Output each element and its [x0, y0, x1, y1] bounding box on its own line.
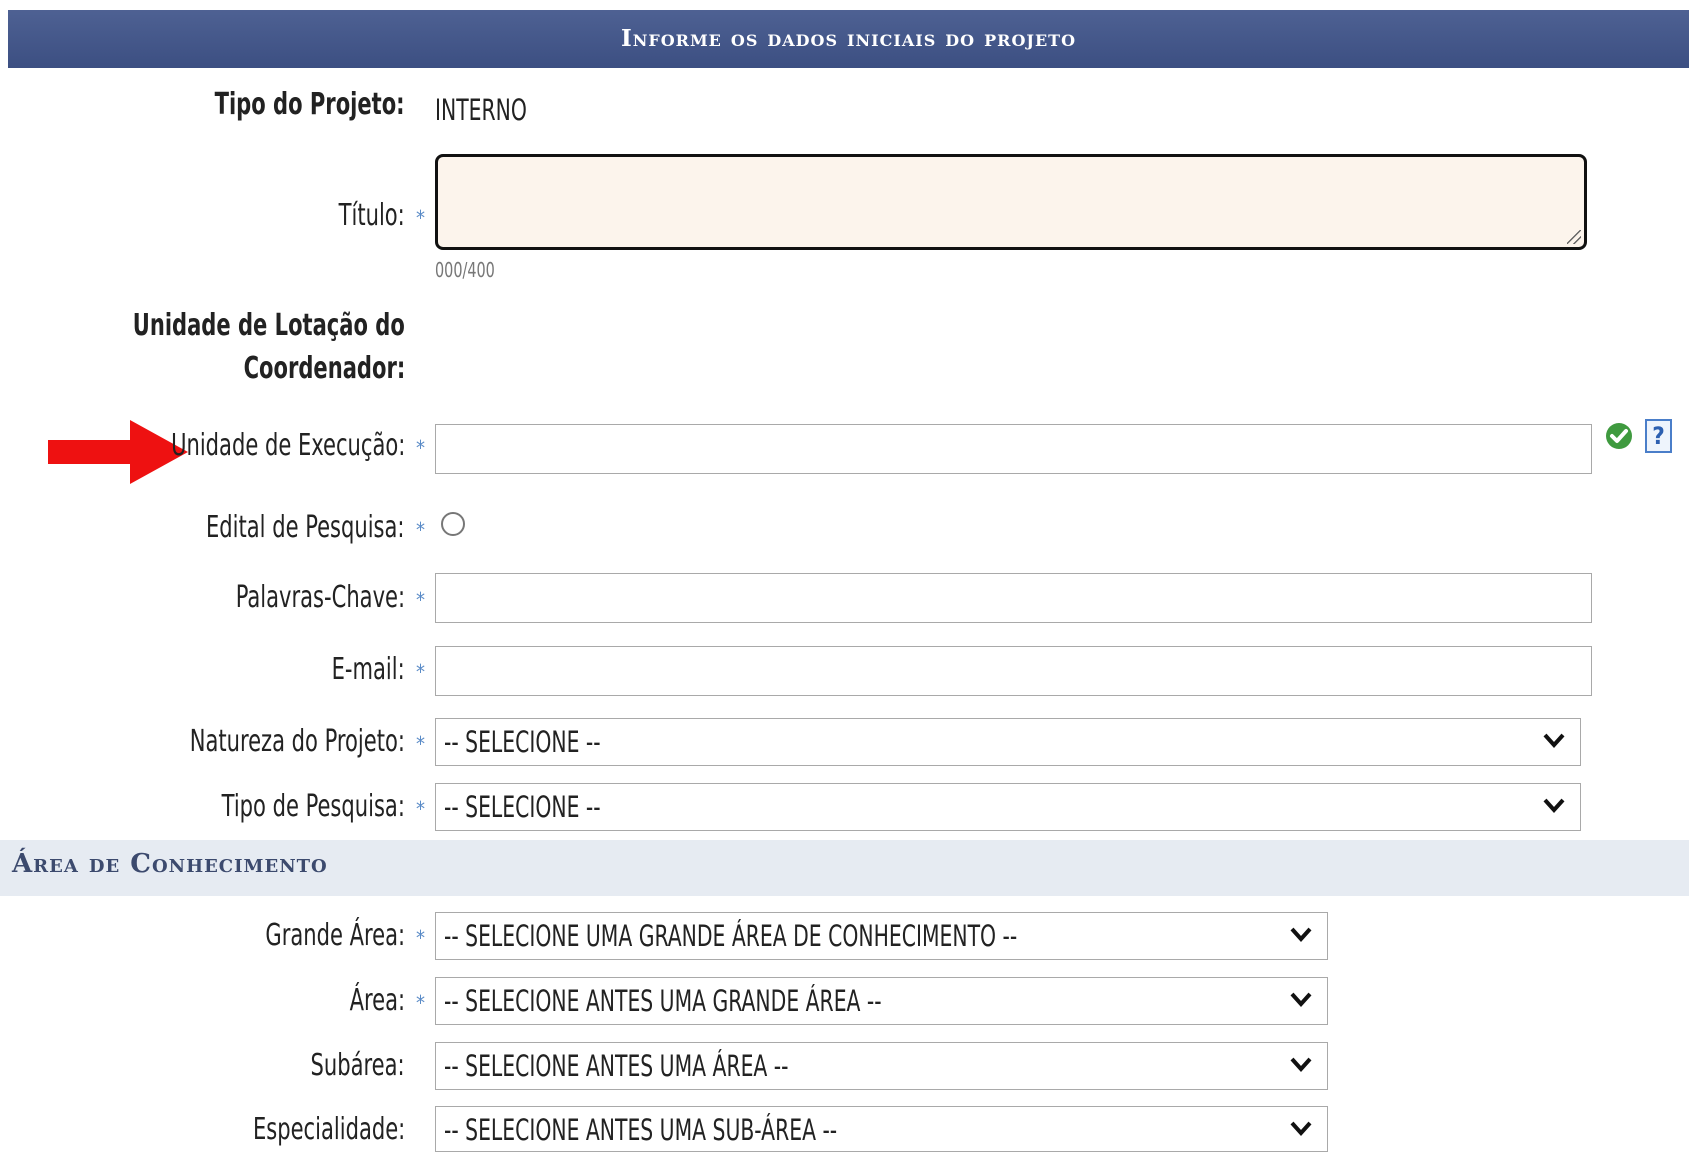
subarea-selected: -- SELECIONE ANTES UMA ÁREA --	[444, 1049, 789, 1083]
chevron-down-icon	[1290, 992, 1312, 1007]
palavras-chave-label: Palavras-Chave:	[235, 580, 405, 615]
required-marker: *	[416, 206, 425, 230]
resize-grip-icon[interactable]	[1567, 230, 1581, 244]
required-marker: *	[416, 991, 425, 1015]
required-marker: *	[416, 660, 425, 684]
subarea-label: Subárea:	[310, 1048, 405, 1083]
help-icon[interactable]: ?	[1645, 419, 1672, 453]
page-title: Informe os dados iniciais do projeto	[8, 10, 1689, 68]
chevron-down-icon	[1290, 927, 1312, 942]
area-conhecimento-title: Área de Conhecimento	[12, 849, 328, 879]
required-marker: *	[416, 926, 425, 950]
subarea-select[interactable]: -- SELECIONE ANTES UMA ÁREA --	[435, 1042, 1328, 1090]
area-label: Área:	[349, 983, 405, 1018]
chevron-down-icon	[1290, 1057, 1312, 1072]
edital-label: Edital de Pesquisa:	[206, 510, 405, 545]
chevron-down-icon	[1543, 798, 1565, 813]
tipo-pesquisa-select[interactable]: -- SELECIONE --	[435, 783, 1581, 831]
unidade-lotacao-label-line2: Coordenador:	[243, 351, 405, 386]
especialidade-select[interactable]: -- SELECIONE ANTES UMA SUB-ÁREA --	[435, 1106, 1328, 1152]
unidade-execucao-label: Unidade de Execução:	[170, 428, 405, 463]
grande-area-label: Grande Área:	[265, 918, 405, 953]
unidade-lotacao-label-line1: Unidade de Lotação do	[132, 308, 405, 343]
required-marker: *	[416, 588, 425, 612]
required-marker: *	[416, 518, 425, 542]
required-marker: *	[416, 436, 425, 460]
tipo-projeto-value: INTERNO	[435, 93, 527, 127]
email-label: E-mail:	[331, 652, 405, 687]
natureza-selected: -- SELECIONE --	[444, 725, 601, 759]
titulo-label: Título:	[338, 198, 405, 233]
chevron-down-icon	[1543, 733, 1565, 748]
tipo-pesquisa-selected: -- SELECIONE --	[444, 790, 601, 824]
edital-radio[interactable]	[441, 512, 465, 536]
area-selected: -- SELECIONE ANTES UMA GRANDE ÁREA --	[444, 984, 882, 1018]
unidade-execucao-input[interactable]	[435, 424, 1592, 474]
required-marker: *	[416, 732, 425, 756]
especialidade-label: Especialidade:	[252, 1112, 405, 1147]
grande-area-select[interactable]: -- SELECIONE UMA GRANDE ÁREA DE CONHECIM…	[435, 912, 1328, 960]
natureza-select[interactable]: -- SELECIONE --	[435, 718, 1581, 766]
tipo-pesquisa-label: Tipo de Pesquisa:	[221, 789, 405, 824]
natureza-label: Natureza do Projeto:	[189, 724, 405, 759]
especialidade-selected: -- SELECIONE ANTES UMA SUB-ÁREA --	[444, 1113, 838, 1147]
required-marker: *	[416, 797, 425, 821]
red-arrow-icon	[48, 420, 188, 484]
check-icon[interactable]	[1605, 422, 1633, 450]
titulo-char-counter: 000/400	[435, 258, 495, 282]
email-input[interactable]	[435, 646, 1592, 696]
area-select[interactable]: -- SELECIONE ANTES UMA GRANDE ÁREA --	[435, 977, 1328, 1025]
palavras-chave-input[interactable]	[435, 573, 1592, 623]
titulo-textarea[interactable]	[435, 154, 1587, 250]
grande-area-selected: -- SELECIONE UMA GRANDE ÁREA DE CONHECIM…	[444, 919, 1018, 953]
chevron-down-icon	[1290, 1121, 1312, 1136]
tipo-projeto-label: Tipo do Projeto:	[214, 87, 405, 122]
